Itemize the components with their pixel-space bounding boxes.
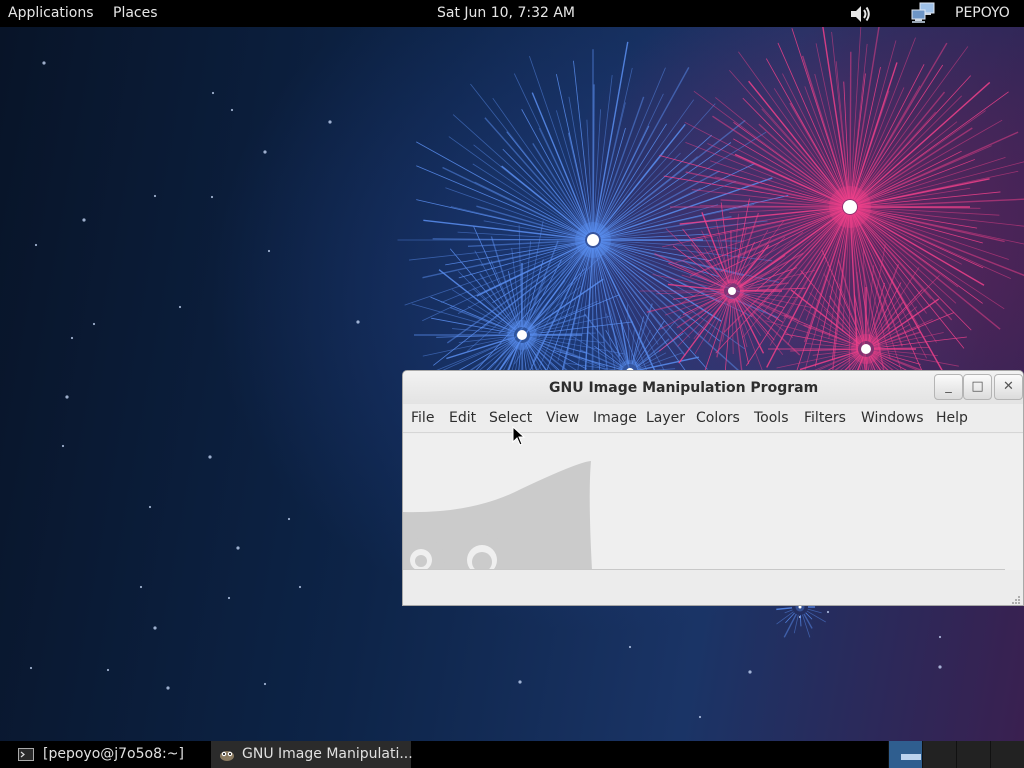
minimize-button[interactable]: _ [934,374,963,400]
workspace-window-thumbnail [901,754,921,760]
workspace-2[interactable] [922,741,956,768]
menu-colors[interactable]: Colors [696,410,740,426]
menu-layer[interactable]: Layer [646,410,685,426]
gimp-icon [220,751,234,761]
volume-icon[interactable] [849,3,873,30]
mouse-pointer-icon [512,426,526,446]
taskbar-item-label: [pepoyo@j7o5o8:~] [43,746,184,762]
menu-windows[interactable]: Windows [861,410,924,426]
minimize-icon: _ [945,379,952,394]
menu-image[interactable]: Image [593,410,637,426]
menu-help[interactable]: Help [936,410,968,426]
menu-bar: File Edit Select View Image Layer Colors… [403,405,1023,433]
taskbar-item-terminal[interactable]: [pepoyo@j7o5o8:~] [0,741,209,768]
menu-view[interactable]: View [546,410,579,426]
workspace-4[interactable] [990,741,1024,768]
gimp-window: GNU Image Manipulation Program _ □ ✕ Fil… [402,370,1024,606]
maximize-icon: □ [971,379,984,394]
window-title: GNU Image Manipulation Program [549,380,819,396]
places-menu[interactable]: Places [113,5,158,22]
wilber-logo-watermark [403,461,592,570]
close-icon: ✕ [1003,379,1014,394]
maximize-button[interactable]: □ [963,374,992,400]
menu-filters[interactable]: Filters [804,410,846,426]
image-canvas-area[interactable] [403,434,1023,570]
user-menu[interactable]: PEPOYO [955,5,1010,22]
applications-menu[interactable]: Applications [8,5,94,22]
close-button[interactable]: ✕ [994,374,1023,400]
menu-tools[interactable]: Tools [754,410,789,426]
window-titlebar[interactable]: GNU Image Manipulation Program _ □ ✕ [403,371,1023,404]
taskbar-item-gimp[interactable]: GNU Image Manipulati... [211,741,413,768]
status-bar [403,570,1023,605]
terminal-icon [18,748,34,761]
clock[interactable]: Sat Jun 10, 7:32 AM [437,5,575,22]
network-icon[interactable] [910,2,936,29]
menu-file[interactable]: File [411,410,434,426]
workspace-1[interactable] [888,741,922,768]
workspace-3[interactable] [956,741,990,768]
bottom-taskbar: [pepoyo@j7o5o8:~] GNU Image Manipulati..… [0,741,1024,768]
taskbar-item-label: GNU Image Manipulati... [242,746,413,762]
menu-select[interactable]: Select [489,410,532,426]
top-panel: Applications Places Sat Jun 10, 7:32 AM … [0,0,1024,27]
resize-grip-icon[interactable] [1011,595,1021,605]
menu-edit[interactable]: Edit [449,410,476,426]
